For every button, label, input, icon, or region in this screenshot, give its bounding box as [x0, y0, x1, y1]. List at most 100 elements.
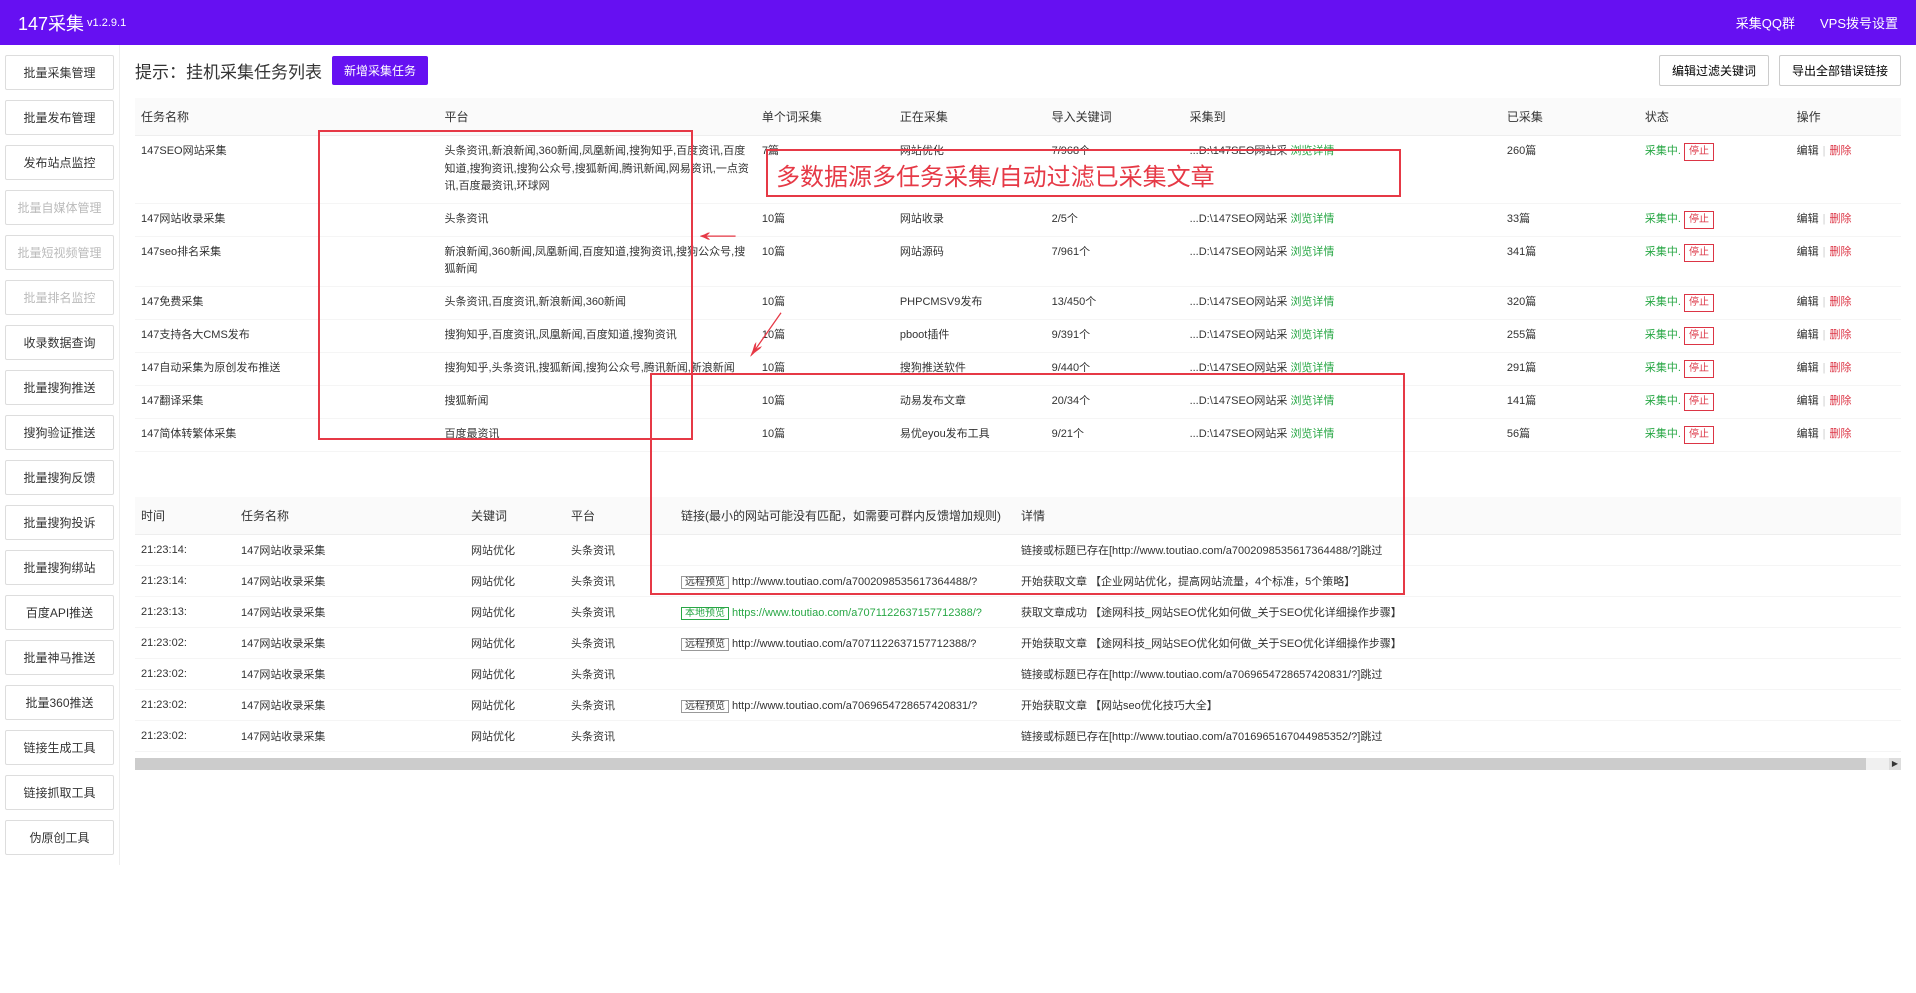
sidebar-item-10[interactable]: 批量搜狗投诉	[5, 505, 114, 540]
delete-button[interactable]: 删除	[1829, 395, 1851, 407]
edit-button[interactable]: 编辑	[1797, 296, 1819, 308]
cell-status: 采集中. 停止	[1639, 352, 1791, 385]
sidebar-item-9[interactable]: 批量搜狗反馈	[5, 460, 114, 495]
task-row: 147翻译采集搜狐新闻10篇动易发布文章20/34个...D:\147SEO网站…	[135, 385, 1901, 418]
cell-keyword: 网站优化	[465, 658, 565, 689]
stop-button[interactable]: 停止	[1684, 327, 1714, 345]
cell-task: 147网站收录采集	[235, 720, 465, 751]
sidebar-item-15[interactable]: 链接生成工具	[5, 730, 114, 765]
task-row: 147网站收录采集头条资讯10篇网站收录2/5个...D:\147SEO网站采 …	[135, 203, 1901, 236]
vps-settings-link[interactable]: VPS拨号设置	[1820, 13, 1898, 32]
cell-platform: 头条资讯	[565, 720, 675, 751]
cell-target: ...D:\147SEO网站采 浏览详情	[1184, 136, 1501, 204]
stop-button[interactable]: 停止	[1684, 426, 1714, 444]
sidebar-item-0[interactable]: 批量采集管理	[5, 55, 114, 90]
view-detail-link[interactable]: 浏览详情	[1290, 329, 1334, 341]
add-task-button[interactable]: 新增采集任务	[332, 56, 428, 85]
sidebar-item-17[interactable]: 伪原创工具	[5, 820, 114, 855]
sidebar-item-11[interactable]: 批量搜狗绑站	[5, 550, 114, 585]
edit-button[interactable]: 编辑	[1797, 246, 1819, 258]
sidebar-item-3: 批量自媒体管理	[5, 190, 114, 225]
edit-button[interactable]: 编辑	[1797, 213, 1819, 225]
cell-collecting: pboot插件	[894, 319, 1046, 352]
delete-button[interactable]: 删除	[1829, 362, 1851, 374]
stop-button[interactable]: 停止	[1684, 393, 1714, 411]
view-detail-link[interactable]: 浏览详情	[1290, 395, 1334, 407]
task-row: 147SEO网站采集头条资讯,新浪新闻,360新闻,凤凰新闻,搜狗知乎,百度资讯…	[135, 136, 1901, 204]
cell-detail: 开始获取文章 【企业网站优化，提高网站流量，4个标准，5个策略】	[1015, 565, 1901, 596]
delete-button[interactable]: 删除	[1829, 246, 1851, 258]
stop-button[interactable]: 停止	[1684, 143, 1714, 161]
sidebar-item-6[interactable]: 收录数据查询	[5, 325, 114, 360]
cell-name: 147SEO网站采集	[135, 136, 439, 204]
edit-button[interactable]: 编辑	[1797, 145, 1819, 157]
sidebar-item-14[interactable]: 批量360推送	[5, 685, 114, 720]
horizontal-scrollbar[interactable]: ▶	[135, 758, 1901, 770]
scrollbar-thumb[interactable]	[135, 758, 1866, 770]
cell-target: ...D:\147SEO网站采 浏览详情	[1184, 203, 1501, 236]
view-detail-link[interactable]: 浏览详情	[1290, 145, 1334, 157]
cell-name: 147免费采集	[135, 286, 439, 319]
stop-button[interactable]: 停止	[1684, 244, 1714, 262]
remote-preview-tag[interactable]: 远程预览	[681, 700, 729, 713]
cell-detail: 开始获取文章 【途网科技_网站SEO优化如何做_关于SEO优化详细操作步骤】	[1015, 627, 1901, 658]
delete-button[interactable]: 删除	[1829, 329, 1851, 341]
export-errors-button[interactable]: 导出全部错误链接	[1779, 55, 1901, 86]
lth-task: 任务名称	[235, 497, 465, 535]
qq-group-link[interactable]: 采集QQ群	[1736, 13, 1795, 32]
log-url[interactable]: http://www.toutiao.com/a7071122637157712…	[732, 638, 976, 650]
edit-button[interactable]: 编辑	[1797, 395, 1819, 407]
stop-button[interactable]: 停止	[1684, 294, 1714, 312]
view-detail-link[interactable]: 浏览详情	[1290, 213, 1334, 225]
sidebar-item-7[interactable]: 批量搜狗推送	[5, 370, 114, 405]
cell-count: 291篇	[1501, 352, 1639, 385]
edit-button[interactable]: 编辑	[1797, 362, 1819, 374]
stop-button[interactable]: 停止	[1684, 360, 1714, 378]
remote-preview-tag[interactable]: 远程预览	[681, 576, 729, 589]
edit-button[interactable]: 编辑	[1797, 428, 1819, 440]
cell-time: 21:23:14:	[135, 534, 235, 565]
sidebar-item-13[interactable]: 批量神马推送	[5, 640, 114, 675]
cell-platform: 头条资讯	[565, 689, 675, 720]
delete-button[interactable]: 删除	[1829, 213, 1851, 225]
cell-task: 147网站收录采集	[235, 689, 465, 720]
delete-button[interactable]: 删除	[1829, 145, 1851, 157]
scrollbar-right-arrow[interactable]: ▶	[1889, 758, 1901, 770]
cell-platform: 头条资讯,新浪新闻,360新闻,凤凰新闻,搜狗知乎,百度资讯,百度知道,搜狗资讯…	[439, 136, 756, 204]
stop-button[interactable]: 停止	[1684, 211, 1714, 229]
sidebar-item-12[interactable]: 百度API推送	[5, 595, 114, 630]
view-detail-link[interactable]: 浏览详情	[1290, 428, 1334, 440]
view-detail-link[interactable]: 浏览详情	[1290, 246, 1334, 258]
cell-link: 远程预览http://www.toutiao.com/a700209853561…	[675, 565, 1015, 596]
filter-keyword-button[interactable]: 编辑过滤关键词	[1659, 55, 1769, 86]
cell-collecting: 网站优化	[894, 136, 1046, 204]
cell-single: 7篇	[756, 136, 894, 204]
edit-button[interactable]: 编辑	[1797, 329, 1819, 341]
sidebar-item-2[interactable]: 发布站点监控	[5, 145, 114, 180]
log-url[interactable]: https://www.toutiao.com/a707112263715771…	[732, 607, 982, 619]
cell-keyword: 网站优化	[465, 627, 565, 658]
remote-preview-tag[interactable]: 远程预览	[681, 638, 729, 651]
cell-name: 147翻译采集	[135, 385, 439, 418]
delete-button[interactable]: 删除	[1829, 296, 1851, 308]
cell-single: 10篇	[756, 319, 894, 352]
sidebar-item-16[interactable]: 链接抓取工具	[5, 775, 114, 810]
delete-button[interactable]: 删除	[1829, 428, 1851, 440]
cell-status: 采集中. 停止	[1639, 319, 1791, 352]
th-keyword: 导入关键词	[1046, 98, 1184, 136]
status-text: 采集中.	[1645, 395, 1681, 407]
sidebar-item-8[interactable]: 搜狗验证推送	[5, 415, 114, 450]
sidebar-item-1[interactable]: 批量发布管理	[5, 100, 114, 135]
app-header: 147采集 v1.2.9.1 采集QQ群 VPS拨号设置	[0, 0, 1916, 45]
log-url[interactable]: http://www.toutiao.com/a7002098535617364…	[732, 576, 977, 588]
task-table: 任务名称 平台 单个词采集 正在采集 导入关键词 采集到 已采集 状态 操作 1…	[135, 98, 1901, 452]
cell-time: 21:23:02:	[135, 658, 235, 689]
local-preview-tag[interactable]: 本地预览	[681, 607, 729, 620]
log-row: 21:23:14:147网站收录采集网站优化头条资讯远程预览http://www…	[135, 565, 1901, 596]
view-detail-link[interactable]: 浏览详情	[1290, 296, 1334, 308]
cell-link	[675, 534, 1015, 565]
view-detail-link[interactable]: 浏览详情	[1290, 362, 1334, 374]
cell-op: 编辑|删除	[1791, 385, 1901, 418]
log-url[interactable]: http://www.toutiao.com/a7069654728657420…	[732, 700, 977, 712]
cell-single: 10篇	[756, 286, 894, 319]
